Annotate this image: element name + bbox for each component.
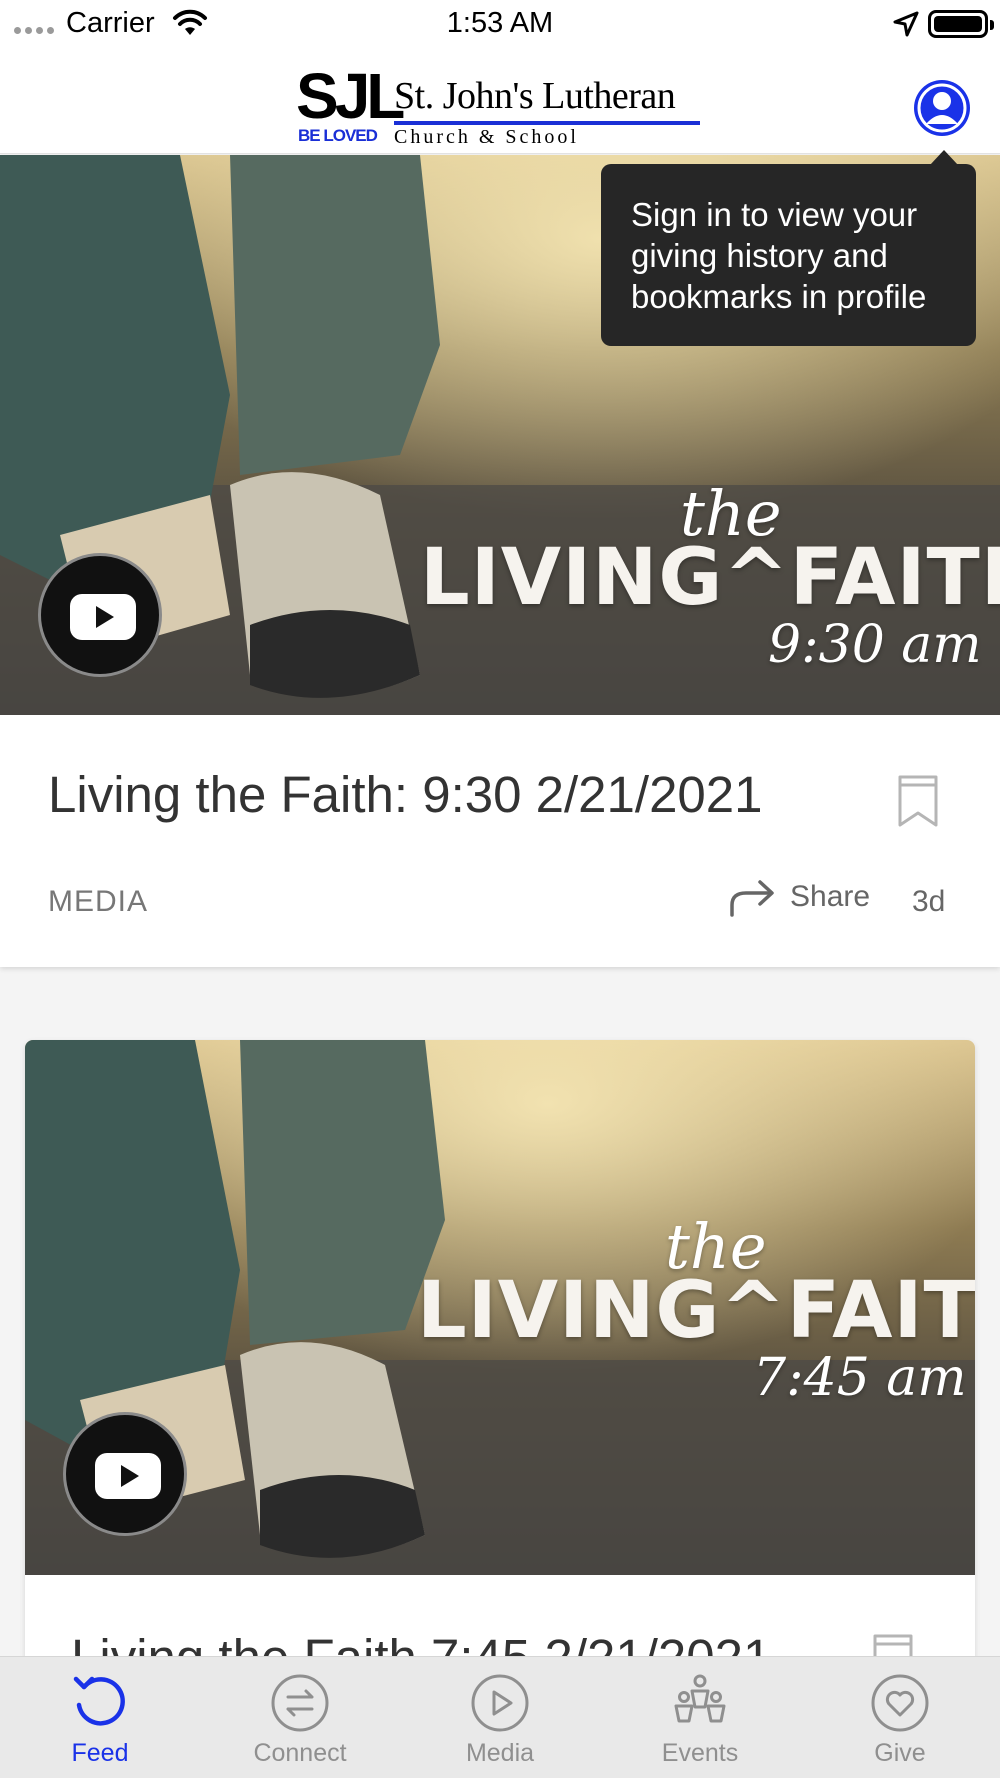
feed-card[interactable]: the LIVING^FAITH 7:45 am Living the Fait… bbox=[25, 1040, 975, 1760]
card-title[interactable]: Living the Faith: 9:30 2/21/2021 bbox=[48, 765, 763, 824]
youtube-play-icon[interactable] bbox=[63, 1412, 187, 1536]
profile-button[interactable] bbox=[914, 80, 970, 136]
heart-circle-icon bbox=[871, 1674, 929, 1732]
share-arrow-icon bbox=[730, 880, 774, 917]
logo-subtitle: Church & School bbox=[394, 126, 579, 148]
overlay-time: 9:30 am bbox=[768, 615, 982, 675]
tab-label: Media bbox=[465, 1739, 535, 1767]
tab-feed[interactable]: Feed bbox=[0, 1657, 200, 1778]
bookmark-icon[interactable] bbox=[896, 773, 940, 829]
connect-arrows-icon bbox=[271, 1674, 329, 1732]
tooltip-text: Sign in to view your giving history and … bbox=[631, 196, 927, 315]
tab-label: Events bbox=[661, 1739, 739, 1767]
tab-events[interactable]: Events bbox=[600, 1657, 800, 1778]
share-button[interactable]: Share bbox=[728, 877, 870, 917]
overlay-time: 7:45 am bbox=[753, 1348, 967, 1408]
media-thumbnail[interactable]: the LIVING^FAITH 7:45 am bbox=[25, 1040, 975, 1575]
logo-title: St. John's Lutheran bbox=[394, 75, 676, 117]
tab-label: Connect bbox=[253, 1739, 347, 1767]
logo-mark: SJL bbox=[296, 60, 405, 132]
youtube-play-icon[interactable] bbox=[38, 553, 162, 677]
play-circle-icon bbox=[471, 1674, 529, 1732]
tab-give[interactable]: Give bbox=[800, 1657, 1000, 1778]
tab-connect[interactable]: Connect bbox=[200, 1657, 400, 1778]
card-category: MEDIA bbox=[48, 885, 149, 918]
church-logo: SJL BE LOVED St. John's Lutheran Church … bbox=[296, 60, 706, 148]
user-circle-icon bbox=[917, 83, 967, 133]
post-age: 3d bbox=[912, 885, 946, 918]
sign-in-tooltip[interactable]: Sign in to view your giving history and … bbox=[601, 150, 976, 346]
logo-tagline: BE LOVED bbox=[298, 126, 378, 145]
tab-label: Feed bbox=[71, 1739, 129, 1767]
overlay-title: LIVING^FAITH bbox=[420, 533, 1000, 623]
people-icon bbox=[674, 1674, 726, 1723]
tab-bar: Feed Connect Media Events Give bbox=[0, 1656, 1000, 1778]
refresh-icon bbox=[73, 1676, 125, 1726]
share-label: Share bbox=[790, 880, 871, 913]
clock: 1:53 AM bbox=[446, 7, 554, 39]
logo-divider bbox=[394, 121, 700, 125]
overlay-title: LIVING^FAITH bbox=[417, 1266, 975, 1356]
tab-media[interactable]: Media bbox=[400, 1657, 600, 1778]
location-arrow-icon bbox=[893, 11, 919, 37]
battery-icon bbox=[928, 10, 994, 38]
status-bar: Carrier 1:53 AM bbox=[0, 0, 1000, 50]
app-header: SJL BE LOVED St. John's Lutheran Church … bbox=[0, 50, 1000, 154]
tab-label: Give bbox=[874, 1739, 926, 1767]
